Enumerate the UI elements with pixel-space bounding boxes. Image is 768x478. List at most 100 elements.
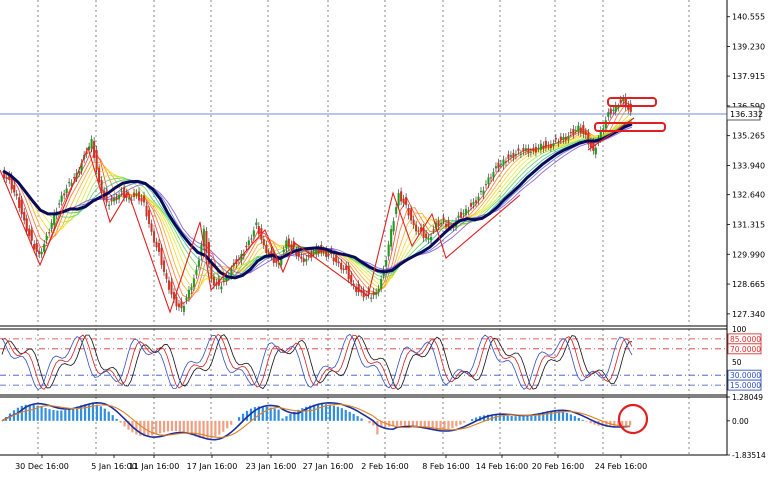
candle-body — [123, 188, 125, 198]
candle-body — [258, 226, 260, 234]
candle-body — [560, 137, 562, 140]
candle-body — [300, 257, 302, 259]
macd-bar — [218, 421, 220, 435]
ribbon-ma-line — [3, 105, 632, 299]
price-tick-label: 137.915 — [732, 72, 765, 81]
macd-tick-label: 1.28049 — [732, 393, 763, 402]
macd-bar — [578, 418, 580, 421]
candle-body — [113, 198, 115, 201]
candle-body — [193, 279, 195, 287]
ribbon-ma-line — [3, 107, 632, 294]
candle-body — [485, 184, 487, 185]
candle-body — [290, 245, 292, 247]
macd-bar — [566, 413, 568, 421]
macd-bar — [463, 421, 465, 423]
candle-body — [280, 260, 282, 265]
time-tick-label: 20 Feb 16:00 — [532, 462, 584, 471]
candle-body — [460, 212, 462, 217]
price-grid — [0, 0, 727, 455]
macd-bar — [574, 416, 576, 421]
trading-chart[interactable]: 140.555139.230137.915136.590135.265133.9… — [0, 0, 768, 474]
candle-body — [400, 192, 402, 202]
candle-body — [612, 110, 614, 111]
macd-bar — [187, 421, 189, 434]
macd-bar — [64, 410, 66, 421]
macd-bar — [629, 421, 631, 425]
candle-body — [166, 273, 168, 278]
time-tick-label: 23 Jan 16:00 — [246, 462, 297, 471]
candle-body — [557, 143, 559, 144]
candle-body — [418, 231, 420, 232]
candle-body — [21, 200, 23, 214]
price-tick-label: 128.665 — [732, 280, 765, 289]
time-tick-label: 27 Jan 16:00 — [303, 462, 354, 471]
candle-body — [500, 164, 502, 165]
macd-bar — [41, 407, 43, 421]
candle-body — [335, 255, 337, 262]
price-tick-label: 129.990 — [732, 250, 765, 259]
candle-body — [248, 241, 250, 245]
candle-body — [91, 139, 93, 148]
macd-bar — [313, 405, 315, 421]
macd-bar — [21, 406, 23, 421]
macd-bar — [511, 416, 513, 421]
macd-bar — [522, 416, 524, 421]
macd-bar — [285, 416, 287, 421]
candle-body — [393, 221, 395, 231]
current-price-marker: 136.332 — [0, 107, 763, 120]
macd-bar — [582, 420, 584, 421]
macd-bar — [404, 421, 406, 426]
candle-body — [121, 191, 123, 192]
price-tick-label: 132.640 — [732, 191, 765, 200]
macd-bar — [179, 421, 181, 432]
candle-body — [493, 172, 495, 177]
time-tick-label: 2 Feb 16:00 — [361, 462, 408, 471]
candle-body — [38, 251, 40, 254]
candle-body — [458, 216, 460, 218]
candle-body — [542, 146, 544, 149]
macd-bar — [353, 414, 355, 421]
candle-body — [63, 194, 65, 195]
candle-body — [525, 148, 527, 151]
macd-bar — [325, 404, 327, 421]
chart-canvas[interactable]: 140.555139.230137.915136.590135.265133.9… — [0, 0, 768, 474]
candle-body — [171, 282, 173, 294]
macd-bar — [289, 414, 291, 421]
candle-body — [440, 223, 442, 224]
macd-bar — [171, 421, 173, 431]
top-highlight-box[interactable] — [608, 98, 656, 106]
ribbon-ma-line — [3, 121, 632, 281]
macd-y-axis: 1.280490.00-1.83514 — [727, 393, 766, 460]
stochastic-line — [2, 334, 632, 389]
candle-body — [196, 270, 198, 275]
slow-ma-line — [3, 124, 632, 278]
candle-body — [398, 193, 400, 205]
candle-body — [408, 208, 410, 215]
candle-body — [303, 259, 305, 262]
price-tick-label: 140.555 — [732, 13, 765, 22]
candle-body — [181, 301, 183, 308]
candle-body — [253, 231, 255, 237]
candle-body — [582, 125, 584, 134]
macd-bar — [570, 414, 572, 420]
candle-body — [61, 196, 63, 202]
candle-body — [430, 237, 432, 240]
candle-body — [465, 209, 467, 215]
candle-body — [533, 148, 535, 151]
macd-bar — [159, 421, 161, 434]
time-tick-label: 30 Dec 16:00 — [15, 462, 69, 471]
stochastic-tick-label: 100 — [732, 325, 747, 334]
candle-body — [318, 249, 320, 253]
candle-body — [570, 132, 572, 133]
candle-body — [111, 199, 113, 201]
macd-bar — [96, 405, 98, 421]
candle-body — [143, 196, 145, 203]
annotation-circle[interactable] — [619, 405, 647, 433]
macd-bar — [84, 404, 86, 421]
candle-body — [503, 160, 505, 166]
candle-body — [428, 238, 430, 239]
candle-body — [403, 199, 405, 203]
price-y-axis: 140.555139.230137.915136.590135.265133.9… — [727, 13, 765, 319]
macd-bar — [72, 408, 74, 421]
candle-body — [617, 107, 619, 108]
